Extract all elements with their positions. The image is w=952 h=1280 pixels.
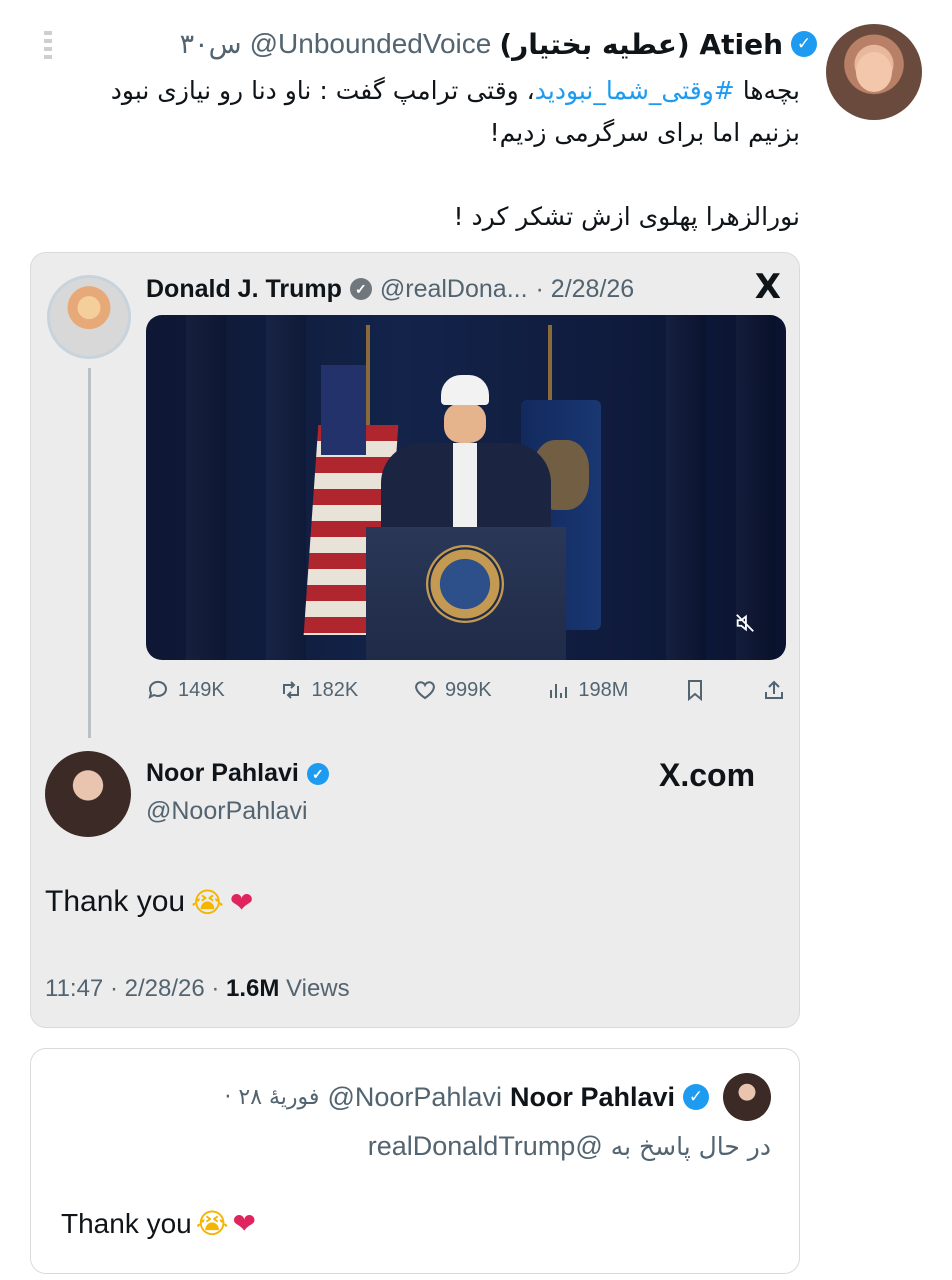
noor-handle[interactable]: @NoorPahlavi <box>146 797 308 826</box>
verified-badge-icon: ✓ <box>791 31 817 57</box>
video-media[interactable] <box>146 315 786 660</box>
thread-line <box>88 368 91 738</box>
views-button[interactable]: 198M <box>546 678 628 702</box>
noor-name-row: Noor Pahlavi ✓ <box>146 759 329 788</box>
tweet-text-line1: ، وقتی ترامپ گفت : ناو دنا رو نیازی نبود <box>110 76 535 105</box>
tweet-text-line2: بزنیم اما برای سرگرمی زدیم! <box>489 118 800 147</box>
noor-views-label: Views <box>279 975 350 1002</box>
avatar-face <box>856 52 892 92</box>
crying-emoji-icon: 😭 <box>195 1207 229 1240</box>
replying-mention-link[interactable]: @realDonaldTrump <box>368 1131 603 1161</box>
quoted-tweet-card[interactable]: Donald J. Trump ✓ @realDona... · 2/28/26… <box>30 252 800 1028</box>
hashtag-link[interactable]: #وقتی_شما_نبودید <box>535 76 735 105</box>
verified-badge-icon: ✓ <box>683 1084 709 1110</box>
noor-reply-text: Thank you 😭 ❤ <box>45 885 253 919</box>
podium <box>366 527 566 660</box>
reply-icon <box>148 680 167 699</box>
reply-button[interactable]: 149K <box>146 678 225 702</box>
tweet-header: ۳۰س @UnboundedVoice (عطیه بختیار) Atieh … <box>180 24 817 64</box>
tweet-author-name[interactable]: (عطیه بختیار) Atieh <box>499 28 783 61</box>
like-icon <box>415 681 435 700</box>
mute-icon[interactable] <box>732 610 758 636</box>
verified-badge-icon: ✓ <box>306 762 329 785</box>
avatar[interactable] <box>826 24 922 120</box>
reply-avatar[interactable] <box>723 1073 771 1121</box>
quoted-author-name[interactable]: Donald J. Trump <box>146 275 342 304</box>
noor-reply-time[interactable]: 11:47 · 2/28/26 · <box>45 975 226 1002</box>
presidential-seal <box>426 545 504 623</box>
tweet-handle[interactable]: @UnboundedVoice <box>250 28 492 60</box>
views-icon <box>550 684 568 698</box>
reply-author-name[interactable]: Noor Pahlavi <box>510 1082 675 1113</box>
noor-avatar[interactable] <box>45 751 131 837</box>
noor-reply-meta: 11:47 · 2/28/26 · 1.6M Views <box>45 975 350 1003</box>
quoted-handle[interactable]: @realDona... <box>380 275 528 304</box>
replying-to: در حال پاسخ به @realDonaldTrump <box>368 1131 771 1162</box>
replying-label: در حال پاسخ به <box>602 1132 771 1161</box>
watermark-logo <box>44 28 144 62</box>
trump-avatar[interactable] <box>47 275 131 359</box>
quoted-tweet-header: Donald J. Trump ✓ @realDona... · 2/28/26 <box>146 269 634 309</box>
verified-badge-icon: ✓ <box>349 278 372 300</box>
crying-emoji-icon: 😭 <box>191 885 224 919</box>
heart-emoji-icon: ❤ <box>232 1207 256 1240</box>
reply-body: Thank you <box>61 1207 192 1239</box>
reply-header: · ۲۸ فوریهٔ @NoorPahlavi Noor Pahlavi ✓ <box>224 1077 709 1117</box>
tweet-time[interactable]: ۳۰س <box>180 29 242 60</box>
heart-emoji-icon: ❤ <box>229 885 254 919</box>
noor-views-count: 1.6M <box>226 975 280 1002</box>
retweet-count: 182K <box>311 678 359 701</box>
quoted-date[interactable]: · 2/28/26 <box>536 275 635 304</box>
reply-text: Thank you 😭 ❤ <box>61 1207 256 1240</box>
action-bar: 149K 182K 999K 198M <box>146 673 786 707</box>
tweet-text-line3: نورالزهرا پهلوی ازش تشکر کرد ! <box>453 202 800 231</box>
share-icon <box>764 680 783 699</box>
tweet-text: بچه‌ها #وقتی_شما_نبودید، وقتی ترامپ گفت … <box>40 70 800 238</box>
reply-date[interactable]: · ۲۸ فوریهٔ <box>224 1085 319 1110</box>
share-button[interactable] <box>762 678 786 702</box>
xcom-label: X.com <box>659 757 756 793</box>
retweet-icon <box>283 681 300 699</box>
reply-count: 149K <box>178 678 225 701</box>
bookmark-icon <box>688 680 703 702</box>
watermark-dots <box>44 31 52 59</box>
reply-tweet-card[interactable]: · ۲۸ فوریهٔ @NoorPahlavi Noor Pahlavi ✓ … <box>30 1048 800 1274</box>
bookmark-button[interactable] <box>683 678 707 702</box>
retweet-button[interactable]: 182K <box>279 678 358 702</box>
reply-handle[interactable]: @NoorPahlavi <box>327 1082 502 1113</box>
like-count: 999K <box>444 678 492 701</box>
like-button[interactable]: 999K <box>413 678 492 702</box>
noor-name[interactable]: Noor Pahlavi <box>146 759 299 788</box>
views-count: 198M <box>578 678 629 701</box>
tweet-text-prefix: بچه‌ها <box>734 76 800 105</box>
noor-reply-body: Thank you <box>45 885 186 918</box>
x-logo-icon[interactable]: X <box>755 267 781 307</box>
